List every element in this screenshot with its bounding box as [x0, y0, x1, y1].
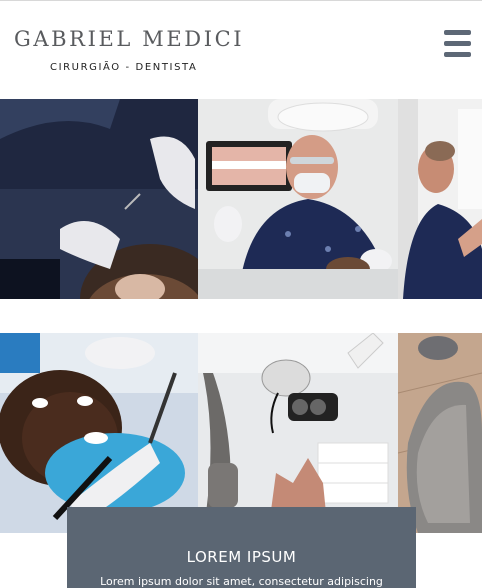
dental-chair-lamp-photo[interactable]	[198, 333, 398, 533]
menu-bar	[444, 30, 471, 35]
dentist-with-mask-photo[interactable]	[198, 99, 398, 299]
patient-dental-exam-photo[interactable]	[0, 333, 198, 533]
dentist-profile-photo[interactable]	[398, 99, 482, 299]
info-card-text: Lorem ipsum dolor sit amet, consectetur …	[100, 575, 383, 588]
hamburger-menu-icon[interactable]	[444, 28, 474, 60]
gallery-row-2	[0, 333, 482, 533]
info-card-title: LOREM IPSUM	[186, 548, 297, 566]
dental-chair-closeup-photo[interactable]	[398, 333, 482, 533]
menu-bar	[444, 41, 471, 46]
info-card: LOREM IPSUM Lorem ipsum dolor sit amet, …	[67, 507, 416, 588]
site-header: GABRIEL MEDICI CIRURGIÃO - DENTISTA	[0, 1, 482, 98]
dentist-treating-patient-photo[interactable]	[0, 99, 198, 299]
brand-name[interactable]: GABRIEL MEDICI	[14, 27, 244, 51]
menu-bar	[444, 52, 471, 57]
brand-tagline: CIRURGIÃO - DENTISTA	[50, 62, 198, 73]
gallery-row-1	[0, 99, 482, 299]
